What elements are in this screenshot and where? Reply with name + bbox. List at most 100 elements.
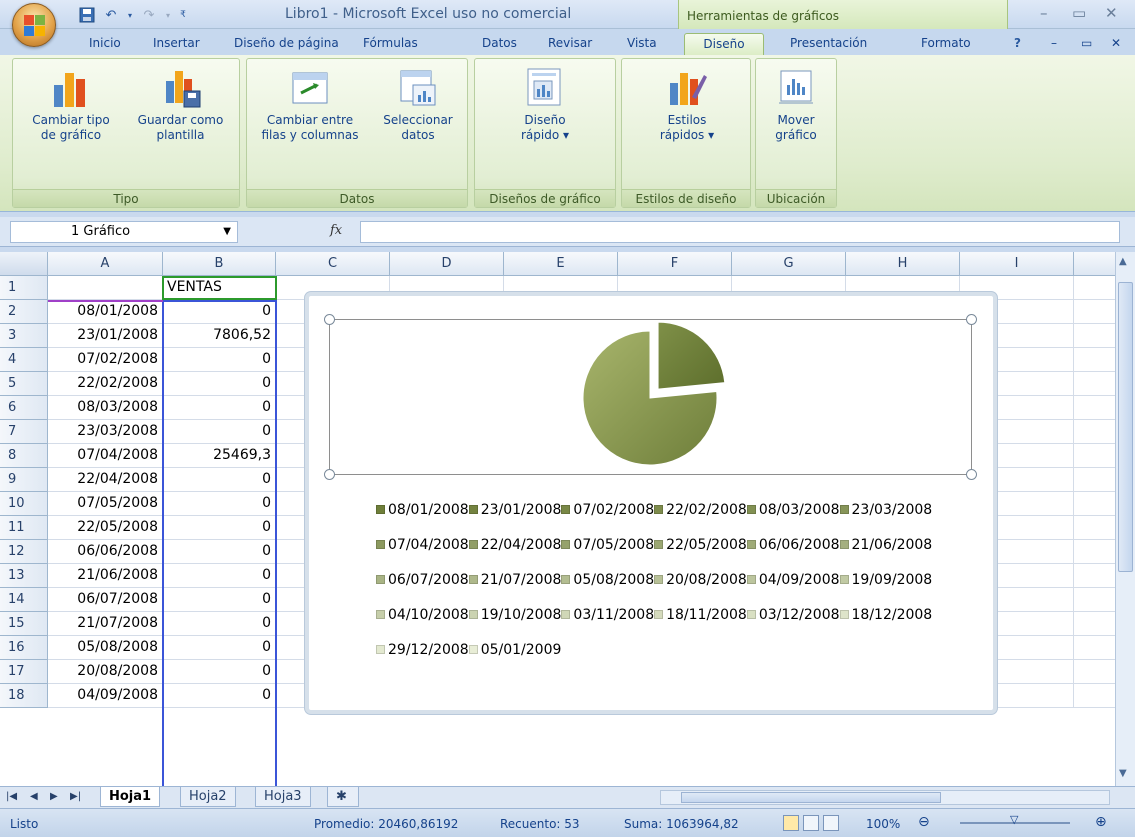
move-chart-button[interactable]: Mover gráfico <box>762 63 830 143</box>
legend-entry[interactable]: 19/09/2008 <box>839 571 932 590</box>
column-header-a[interactable]: A <box>48 252 163 276</box>
cell-ventas[interactable]: 0 <box>163 516 276 540</box>
tab-diseno-pagina[interactable]: Diseño de página <box>228 33 345 55</box>
column-header-h[interactable]: H <box>846 252 960 276</box>
row-header[interactable]: 8 <box>0 444 48 468</box>
legend-entry[interactable]: 23/03/2008 <box>839 501 932 520</box>
resize-handle-bottom-left[interactable] <box>324 469 335 480</box>
cell[interactable] <box>1074 276 1115 300</box>
row-header[interactable]: 5 <box>0 372 48 396</box>
cell-date[interactable]: 22/05/2008 <box>48 516 163 540</box>
row-header[interactable]: 12 <box>0 540 48 564</box>
cell-ventas[interactable]: 0 <box>163 612 276 636</box>
cell-date[interactable]: 07/05/2008 <box>48 492 163 516</box>
cell-date[interactable]: 07/02/2008 <box>48 348 163 372</box>
next-sheet-icon[interactable]: ▶ <box>50 791 58 802</box>
name-box-dropdown-icon[interactable]: ▼ <box>223 226 231 237</box>
cell[interactable] <box>1074 684 1115 708</box>
cell-ventas[interactable]: 0 <box>163 660 276 684</box>
cell-date[interactable]: 22/04/2008 <box>48 468 163 492</box>
cell-date[interactable]: 20/08/2008 <box>48 660 163 684</box>
undo-icon[interactable]: ↶ <box>102 6 120 24</box>
legend-entry[interactable]: 07/02/2008 <box>561 501 654 520</box>
cell-date[interactable]: 23/03/2008 <box>48 420 163 444</box>
cell-ventas[interactable]: 0 <box>163 372 276 396</box>
name-box[interactable]: 1 Gráfico ▼ <box>10 221 238 243</box>
cell-date[interactable]: 08/03/2008 <box>48 396 163 420</box>
column-header-j[interactable] <box>1074 252 1115 276</box>
column-header-b[interactable]: B <box>163 252 276 276</box>
legend-entry[interactable]: 20/08/2008 <box>654 571 747 590</box>
legend-entry[interactable]: 07/05/2008 <box>561 536 654 555</box>
column-header-g[interactable]: G <box>732 252 846 276</box>
first-sheet-icon[interactable]: |◀ <box>6 791 17 802</box>
row-header[interactable]: 1 <box>0 276 48 300</box>
cell-ventas[interactable]: 0 <box>163 540 276 564</box>
cell-date[interactable]: 23/01/2008 <box>48 324 163 348</box>
column-header-i[interactable]: I <box>960 252 1074 276</box>
cell-ventas[interactable]: 0 <box>163 420 276 444</box>
row-header[interactable]: 2 <box>0 300 48 324</box>
restore-icon[interactable]: ▭ <box>1072 4 1086 22</box>
cell[interactable] <box>1074 636 1115 660</box>
cell[interactable] <box>1074 348 1115 372</box>
legend-entry[interactable]: 22/02/2008 <box>654 501 747 520</box>
legend-entry[interactable]: 04/09/2008 <box>746 571 840 590</box>
undo-dropdown-icon[interactable]: ▾ <box>126 6 134 24</box>
redo-dropdown-icon[interactable]: ▾ <box>164 6 172 24</box>
cell[interactable] <box>1074 468 1115 492</box>
page-layout-view-icon[interactable] <box>803 815 819 831</box>
legend-entry[interactable]: 29/12/2008 <box>376 641 469 660</box>
tab-inicio[interactable]: Inicio <box>83 33 127 55</box>
minimize-icon[interactable]: – <box>1040 4 1048 22</box>
row-header[interactable]: 3 <box>0 324 48 348</box>
legend-entry[interactable]: 21/06/2008 <box>839 536 932 555</box>
cell-date[interactable]: 08/01/2008 <box>48 300 163 324</box>
switch-row-column-button[interactable]: Cambiar entre filas y columnas <box>251 63 369 143</box>
normal-view-icon[interactable] <box>783 815 799 831</box>
resize-handle-top-right[interactable] <box>966 314 977 325</box>
sheet-tab-hoja3[interactable]: Hoja3 <box>255 787 311 807</box>
workbook-close-icon[interactable]: ✕ <box>1105 33 1127 55</box>
cell[interactable] <box>1074 564 1115 588</box>
close-icon[interactable]: ✕ <box>1105 4 1118 22</box>
zoom-slider-thumb[interactable]: ▽ <box>1010 813 1018 826</box>
prev-sheet-icon[interactable]: ◀ <box>30 791 38 802</box>
cell[interactable] <box>1074 660 1115 684</box>
chart-object[interactable]: 08/01/2008 23/01/2008 07/02/2008 22/02/2008… <box>305 292 997 714</box>
scroll-up-icon[interactable]: ▲ <box>1119 256 1127 267</box>
tab-vista[interactable]: Vista <box>621 33 663 55</box>
row-header[interactable]: 18 <box>0 684 48 708</box>
horizontal-scrollbar[interactable] <box>660 790 1110 805</box>
row-header[interactable]: 13 <box>0 564 48 588</box>
office-button[interactable] <box>12 3 56 47</box>
legend-entry[interactable]: 07/04/2008 <box>376 536 469 555</box>
cell-ventas[interactable]: 0 <box>163 468 276 492</box>
redo-icon[interactable]: ↷ <box>140 6 158 24</box>
legend-entry[interactable]: 21/07/2008 <box>468 571 561 590</box>
vertical-scrollbar[interactable]: ▲ ▼ <box>1115 252 1135 786</box>
pie-slice-23-01-2008[interactable] <box>657 321 726 390</box>
quick-layout-button[interactable]: Diseño rápido ▾ <box>485 63 605 143</box>
column-header-e[interactable]: E <box>504 252 618 276</box>
zoom-in-icon[interactable]: ⊕ <box>1095 814 1107 830</box>
formula-input[interactable] <box>360 221 1120 243</box>
plot-area[interactable] <box>329 319 972 475</box>
legend-entry[interactable]: 03/12/2008 <box>746 606 840 625</box>
cell[interactable] <box>1074 372 1115 396</box>
legend-entry[interactable]: 19/10/2008 <box>468 606 561 625</box>
cell-date[interactable]: 22/02/2008 <box>48 372 163 396</box>
row-header[interactable]: 14 <box>0 588 48 612</box>
chart-legend[interactable]: 08/01/2008 23/01/2008 07/02/2008 22/02/2008… <box>376 501 956 676</box>
cell-date[interactable]: 06/06/2008 <box>48 540 163 564</box>
cell[interactable] <box>1074 540 1115 564</box>
tab-datos[interactable]: Datos <box>476 33 523 55</box>
resize-handle-top-left[interactable] <box>324 314 335 325</box>
last-sheet-icon[interactable]: ▶| <box>70 791 81 802</box>
resize-handle-bottom-right[interactable] <box>966 469 977 480</box>
tab-presentacion[interactable]: Presentación <box>784 33 873 55</box>
tab-formulas[interactable]: Fórmulas <box>357 33 424 55</box>
cell[interactable] <box>1074 300 1115 324</box>
legend-entry[interactable]: 03/11/2008 <box>561 606 654 625</box>
cell-ventas[interactable]: 0 <box>163 588 276 612</box>
